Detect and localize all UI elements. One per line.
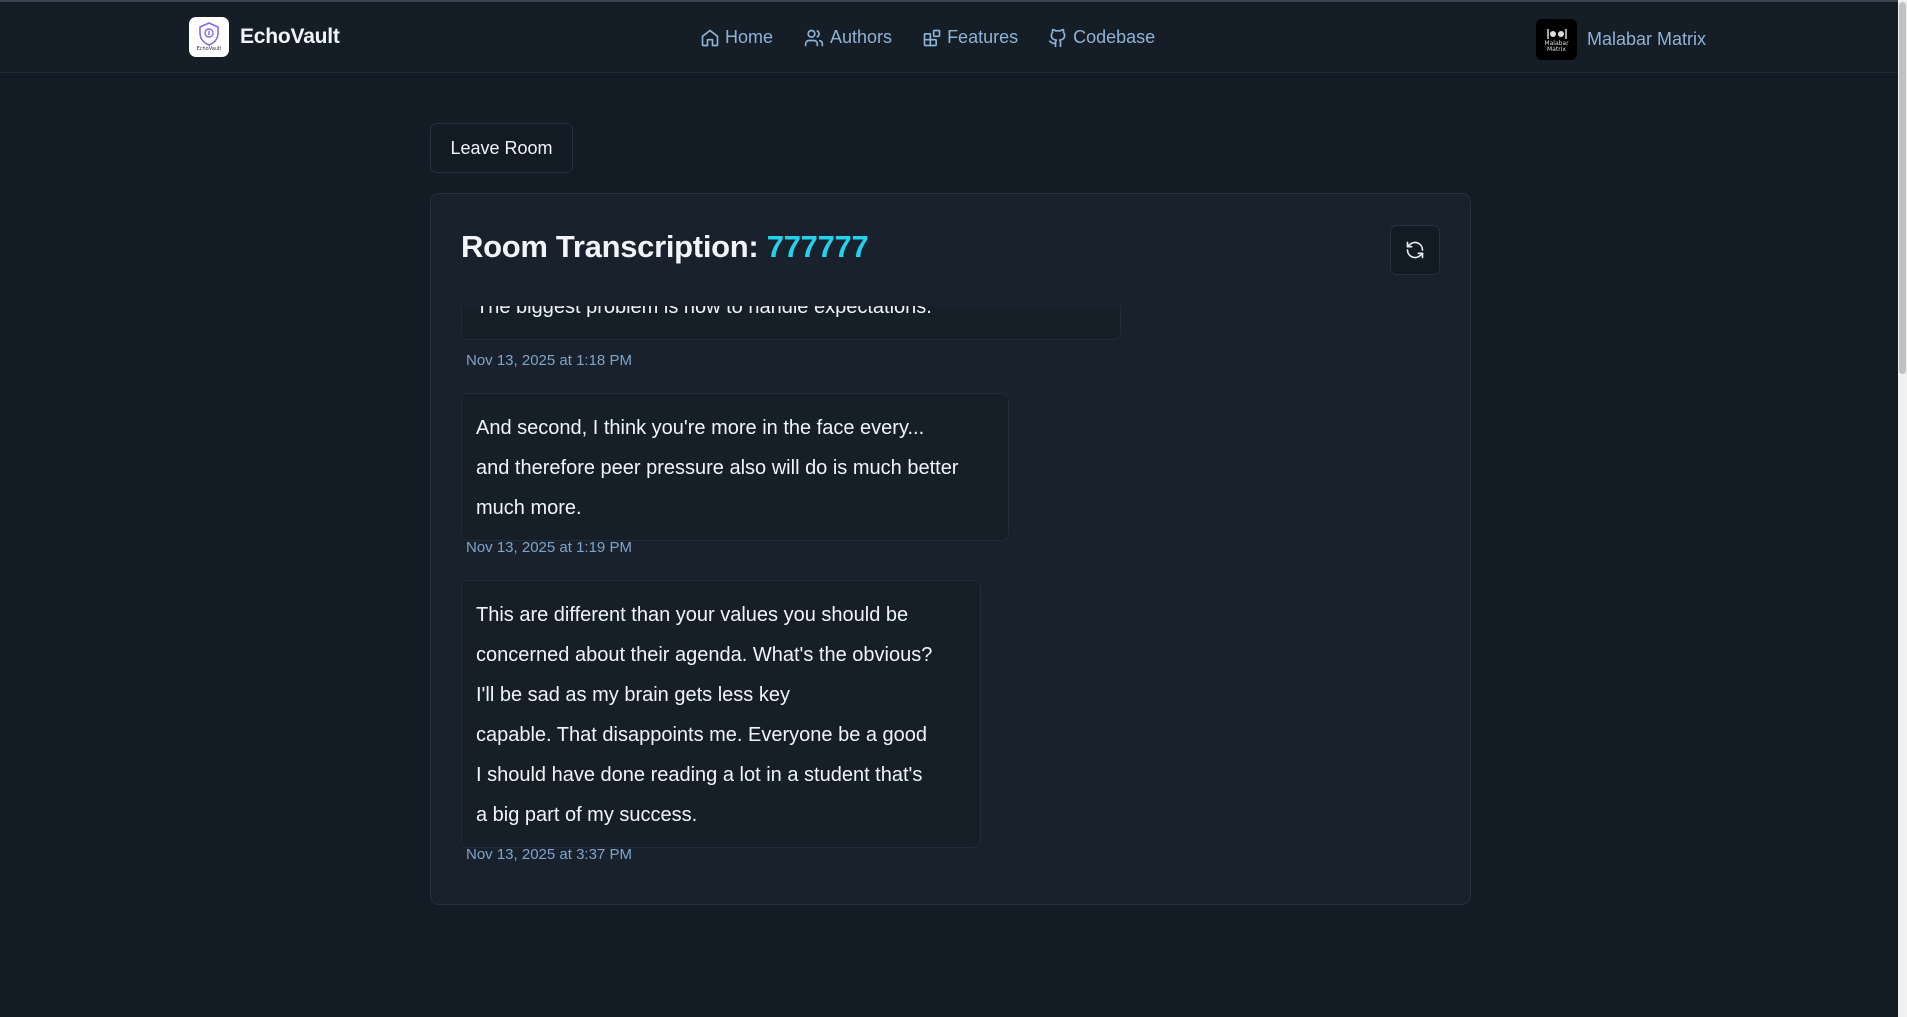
- brand-logo: EchoVault: [189, 17, 229, 57]
- message-timestamp: Nov 13, 2025 at 1:18 PM: [466, 352, 632, 369]
- room-id: 777777: [766, 229, 869, 264]
- message-timestamp: Nov 13, 2025 at 3:37 PM: [466, 846, 632, 863]
- brand[interactable]: EchoVault EchoVault: [189, 17, 340, 57]
- nav-home[interactable]: Home: [700, 27, 773, 48]
- leave-room-button[interactable]: Leave Room: [430, 123, 573, 173]
- nav-features-label: Features: [947, 27, 1019, 47]
- message-line: The biggest problem is how to handle exp…: [476, 306, 932, 318]
- home-icon: [701, 29, 719, 46]
- message-line: capable. That disappoints me. Everyone b…: [476, 724, 928, 746]
- page-title: Room Transcription: 777777: [461, 229, 869, 265]
- message-list[interactable]: The biggest problem is how to handle exp…: [461, 306, 1441, 886]
- refresh-icon: [1406, 241, 1424, 259]
- blocks-icon: [923, 29, 941, 46]
- message-bubble: And second, I think you're more in the f…: [461, 393, 1009, 541]
- nav-features[interactable]: Features: [922, 27, 1018, 48]
- page: EchoVault EchoVault Home Authors Feature…: [0, 0, 1907, 1017]
- message-bubble: This are different than your values you …: [461, 580, 981, 848]
- nav-home-label: Home: [725, 27, 774, 47]
- message-line: This are different than your values you …: [476, 604, 909, 626]
- avatar: Malabar Matrix: [1536, 19, 1577, 60]
- nav-authors[interactable]: Authors: [803, 27, 892, 48]
- user-name: Malabar Matrix: [1587, 29, 1707, 49]
- avatar-mark-icon: [1546, 28, 1567, 39]
- brand-name: EchoVault: [240, 25, 340, 48]
- message-timestamp: Nov 13, 2025 at 1:19 PM: [466, 539, 632, 556]
- message-line: concerned about their agenda. What's the…: [476, 644, 933, 666]
- avatar-text-2: Matrix: [1547, 45, 1566, 53]
- message-bubble: The biggest problem is how to handle exp…: [461, 306, 1121, 340]
- nav-codebase[interactable]: Codebase: [1048, 27, 1155, 48]
- shield-logo-icon: [199, 22, 219, 46]
- refresh-button[interactable]: [1390, 225, 1440, 275]
- page-scrollbar[interactable]: [1898, 0, 1907, 1017]
- brand-logo-text: EchoVault: [196, 46, 222, 52]
- nav-authors-label: Authors: [830, 27, 893, 47]
- nav-codebase-label: Codebase: [1073, 27, 1156, 47]
- message-line: And second, I think you're more in the f…: [476, 417, 925, 439]
- message-line: and therefore peer pressure also will do…: [476, 457, 959, 479]
- message-line: I should have done reading a lot in a st…: [476, 764, 923, 786]
- title-label: Room Transcription:: [461, 229, 759, 264]
- user-menu[interactable]: Malabar Matrix Malabar Matrix: [1536, 19, 1706, 60]
- message-line: a big part of my success.: [476, 804, 698, 826]
- github-icon: [1048, 28, 1066, 47]
- top-navbar: EchoVault EchoVault Home Authors Feature…: [0, 0, 1904, 73]
- message-line: much more.: [476, 497, 582, 519]
- main-nav: Home Authors Features Codebase: [700, 27, 1155, 48]
- scrollbar-thumb[interactable]: [1899, 2, 1906, 374]
- message-line: I'll be sad as my brain gets less key: [476, 684, 790, 706]
- users-icon: [804, 29, 824, 46]
- transcription-card: Room Transcription: 777777 The biggest p…: [430, 193, 1471, 905]
